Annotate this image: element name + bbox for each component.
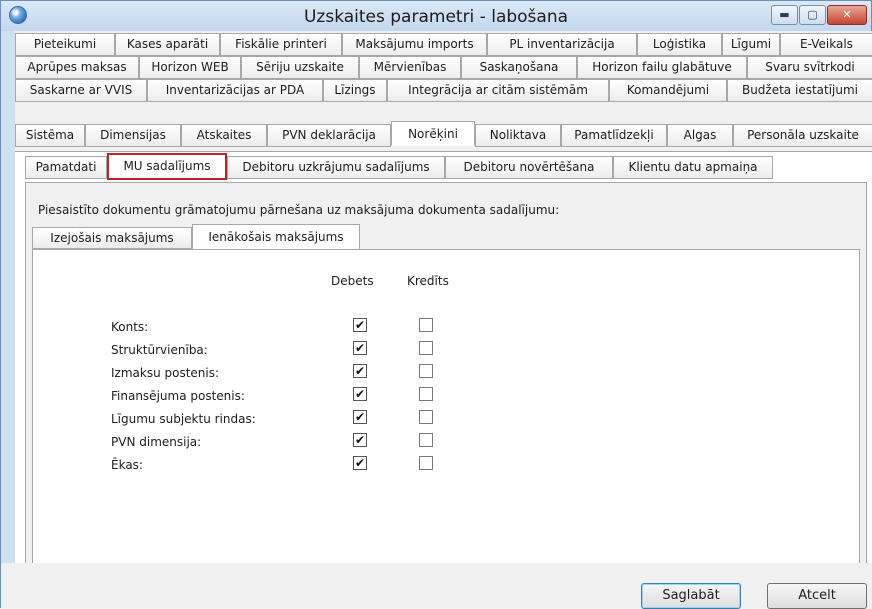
pvn-dimensija-credit-checkbox[interactable] (419, 433, 433, 447)
dialog-client: Pieteikumi Kases aparāti Fiskālie printe… (15, 31, 872, 609)
tab-integracija[interactable]: Integrācija ar citām sistēmām (387, 79, 609, 102)
tab-ienakosais-maksajums[interactable]: Ienākošais maksājums (192, 224, 360, 250)
row-label-finansejuma-postenis: Finansējuma postenis: (111, 389, 245, 403)
tab-row-2: Aprūpes maksas Horizon WEB Sēriju uzskai… (15, 56, 872, 79)
tab-personala-uzskaite[interactable]: Personāla uzskaite (733, 124, 872, 147)
subtab-pamatdati[interactable]: Pamatdati (25, 156, 107, 179)
izmaksu-postenis-debit-checkbox[interactable]: ✔ (353, 364, 367, 378)
credit-column-header: Kredīts (407, 274, 449, 288)
subtab-klientu-datu-apmaina[interactable]: Klientu datu apmaiņa (613, 156, 773, 179)
strukturvieniba-debit-checkbox[interactable]: ✔ (353, 341, 367, 355)
tab-e-veikals[interactable]: E-Veikals (780, 33, 872, 56)
tab-pvn-deklaracija[interactable]: PVN deklarācija (267, 124, 391, 147)
tab-horizon-failu-glabatuve[interactable]: Horizon failu glabātuve (577, 56, 747, 79)
tab-svaru-svitrkodi[interactable]: Svaru svītrkodi (747, 56, 872, 79)
tab-row-4: Sistēma Dimensijas Atskaites PVN deklarā… (15, 121, 872, 147)
finansejuma-postenis-debit-checkbox[interactable]: ✔ (353, 387, 367, 401)
tab-fiskalie-printeri[interactable]: Fiskālie printeri (220, 33, 342, 56)
subtab-debitoru-novertesana[interactable]: Debitoru novērtēšana (445, 156, 613, 179)
tab-row-1: Pieteikumi Kases aparāti Fiskālie printe… (15, 33, 872, 56)
mu-sadalijums-page: Piesaistīto dokumentu grāmatojumu pārneš… (25, 182, 867, 600)
tab-izejosais-maksajums[interactable]: Izejošais maksājums (32, 227, 192, 249)
izmaksu-postenis-credit-checkbox[interactable] (419, 364, 433, 378)
tab-atskaites[interactable]: Atskaites (181, 124, 267, 147)
tab-aprupes-maksas[interactable]: Aprūpes maksas (15, 56, 139, 79)
row-label-konts: Konts: (111, 320, 149, 334)
close-button[interactable]: ✕ (827, 5, 867, 25)
save-button[interactable]: Saglabāt (641, 583, 741, 609)
title-bar[interactable]: Uzskaites parametri - labošana ▬ ▢ ✕ (1, 1, 871, 31)
row-label-ligumu-subjektu-rindas: Līgumu subjektu rindas: (111, 412, 256, 426)
tab-ligumi[interactable]: Līgumi (722, 33, 780, 56)
tab-seriju-uzskaite[interactable]: Sēriju uzskaite (241, 56, 359, 79)
ekas-debit-checkbox[interactable]: ✔ (353, 456, 367, 470)
row-label-ekas: Ēkas: (111, 458, 143, 472)
noreklini-panel: Pamatdati MU sadalījums Debitoru uzkrāju… (15, 151, 872, 609)
tab-dimensijas[interactable]: Dimensijas (85, 124, 181, 147)
main-tabs: Pieteikumi Kases aparāti Fiskālie printe… (15, 31, 872, 151)
tab-pieteikumi[interactable]: Pieteikumi (15, 33, 115, 56)
tab-budzeta-iestatijumi[interactable]: Budžeta iestatījumi (727, 79, 872, 102)
tab-horizon-web[interactable]: Horizon WEB (139, 56, 241, 79)
tab-sistema[interactable]: Sistēma (15, 124, 85, 147)
tab-pamatlidzekli[interactable]: Pamatlīdzekļi (561, 124, 667, 147)
tab-maksajumu-imports[interactable]: Maksājumu imports (342, 33, 487, 56)
konts-credit-checkbox[interactable] (419, 318, 433, 332)
ekas-credit-checkbox[interactable] (419, 456, 433, 470)
pvn-dimensija-debit-checkbox[interactable]: ✔ (353, 433, 367, 447)
tab-pl-inventarizacija[interactable]: PL inventarizācija (487, 33, 637, 56)
row-label-strukturvieniba: Struktūrvienība: (111, 343, 208, 357)
tab-noreklini[interactable]: Norēķini (391, 121, 475, 146)
ligumu-subjektu-rindas-debit-checkbox[interactable]: ✔ (353, 410, 367, 424)
tab-kases-aparati[interactable]: Kases aparāti (115, 33, 220, 56)
subtab-mu-sadalijums[interactable]: MU sadalījums (107, 153, 227, 180)
row-label-izmaksu-postenis: Izmaksu postenis: (111, 366, 220, 380)
ligumu-subjektu-rindas-credit-checkbox[interactable] (419, 410, 433, 424)
tab-inventarizacijas-ar-pda[interactable]: Inventarizācijas ar PDA (147, 79, 323, 102)
konts-debit-checkbox[interactable]: ✔ (353, 318, 367, 332)
tab-noliktava[interactable]: Noliktava (475, 124, 561, 147)
tab-algas[interactable]: Algas (667, 124, 733, 147)
maximize-button[interactable]: ▢ (799, 5, 826, 25)
minimize-button[interactable]: ▬ (771, 5, 798, 25)
tab-mervienibas[interactable]: Mērvienības (359, 56, 461, 79)
cancel-button[interactable]: Atcelt (767, 583, 867, 609)
debit-column-header: Debets (331, 274, 374, 288)
tab-lizings[interactable]: Līzings (323, 79, 387, 102)
row-label-pvn-dimensija: PVN dimensija: (111, 435, 202, 449)
ienakosais-maksajums-page: Debets Kredīts Konts: ✔ Struktūrvienība:… (32, 249, 860, 591)
tab-row-3: Saskarne ar VVIS Inventarizācijas ar PDA… (15, 79, 872, 102)
tab-logistika[interactable]: Loģistika (637, 33, 722, 56)
window-title: Uzskaites parametri - labošana (303, 7, 569, 27)
subtab-debitoru-uzkrajumu-sadalijums[interactable]: Debitoru uzkrājumu sadalījums (227, 156, 445, 179)
tab-komandejumi[interactable]: Komandējumi (609, 79, 727, 102)
tab-saskarne-ar-vvis[interactable]: Saskarne ar VVIS (15, 79, 147, 102)
button-bar (1, 563, 872, 609)
finansejuma-postenis-credit-checkbox[interactable] (419, 387, 433, 401)
strukturvieniba-credit-checkbox[interactable] (419, 341, 433, 355)
section-description: Piesaistīto dokumentu grāmatojumu pārneš… (38, 203, 560, 217)
window: Uzskaites parametri - labošana ▬ ▢ ✕ Pie… (0, 0, 872, 609)
tab-saskanosana[interactable]: Saskaņošana (461, 56, 577, 79)
